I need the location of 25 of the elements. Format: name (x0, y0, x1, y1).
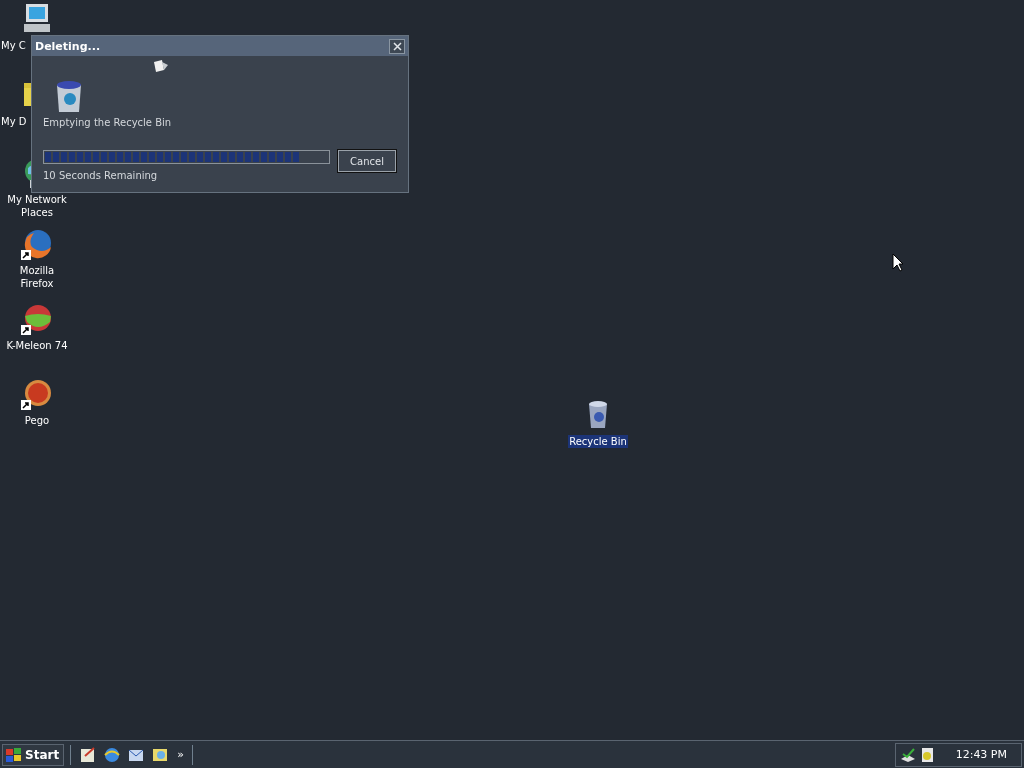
close-icon (392, 41, 402, 51)
icon-label: My Network Places (6, 193, 68, 219)
icon-label: My C (0, 39, 27, 52)
icon-label: Recycle Bin (568, 435, 628, 448)
icon-label: K-Meleon 74 (5, 339, 69, 352)
trash-icon (54, 80, 84, 114)
flying-paper-icon (152, 59, 170, 73)
time-remaining: 10 Seconds Remaining (43, 170, 159, 181)
more-button[interactable]: » (175, 748, 186, 761)
windows-logo-icon (5, 746, 23, 763)
status-message: Emptying the Recycle Bin (43, 117, 173, 128)
close-button[interactable] (389, 38, 405, 54)
start-button[interactable]: Start (2, 743, 65, 766)
icon-label: My D (0, 115, 28, 128)
icon-label: Mozilla Firefox (18, 264, 56, 290)
app-icon[interactable] (20, 377, 54, 411)
app-icon[interactable] (20, 302, 54, 336)
globe-icon[interactable] (103, 745, 122, 764)
cancel-button[interactable]: Cancel (338, 150, 396, 172)
clock: 12:43 PM (955, 748, 1007, 761)
icon-label: Pego (23, 414, 51, 427)
network-icon[interactable] (899, 746, 916, 763)
app-icon[interactable] (20, 227, 54, 261)
window-title: Deleting... (35, 39, 101, 53)
mouse-cursor-icon (892, 253, 904, 272)
